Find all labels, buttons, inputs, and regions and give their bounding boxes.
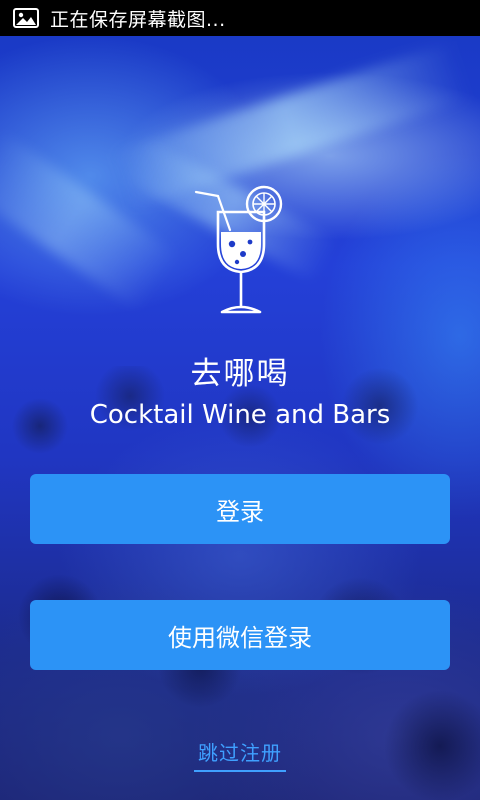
status-bar: 正在保存屏幕截图... <box>0 0 480 36</box>
app-title: 去哪喝 <box>190 356 290 392</box>
cocktail-glass-icon <box>190 184 290 320</box>
app-subtitle: Cocktail Wine and Bars <box>89 400 391 430</box>
crowd-silhouettes <box>0 366 480 800</box>
login-button[interactable]: 登录 <box>30 474 450 544</box>
wechat-login-button[interactable]: 使用微信登录 <box>30 600 450 670</box>
skip-registration-container: 跳过注册 <box>0 737 480 772</box>
skip-registration-link[interactable]: 跳过注册 <box>194 737 286 772</box>
status-notification-text: 正在保存屏幕截图... <box>50 8 226 31</box>
image-icon <box>12 7 40 29</box>
